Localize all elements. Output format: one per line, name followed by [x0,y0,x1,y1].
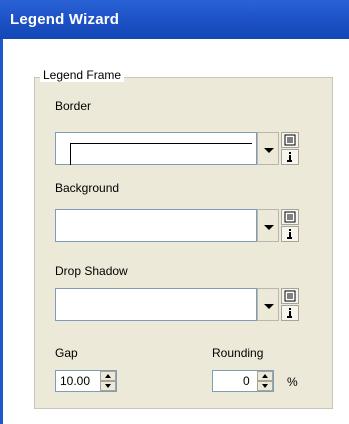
arrow-up-icon [262,374,268,378]
chevron-down-icon [264,225,274,230]
background-info-button[interactable] [281,226,299,242]
title-bar: Legend Wizard [0,0,349,39]
list-icon [284,290,296,302]
background-label: Background [55,181,120,195]
drop-shadow-label: Drop Shadow [55,264,128,278]
border-info-button[interactable] [281,149,299,165]
window-title: Legend Wizard [10,11,120,28]
rounding-value[interactable]: 0 [243,374,250,388]
info-icon [287,229,292,239]
background-dropdown-button[interactable] [257,209,279,242]
border-label: Border [55,99,92,113]
rounding-unit: % [287,375,298,389]
rounding-spinner[interactable]: 0 [212,370,274,392]
drop-shadow-side-buttons [281,288,299,321]
background-combo[interactable] [55,209,257,242]
chevron-down-icon [264,148,274,153]
gap-spin-buttons [100,371,116,391]
drop-shadow-dropdown-button[interactable] [257,288,279,321]
gap-decrement-button[interactable] [100,381,116,391]
rounding-spin-buttons [257,371,273,391]
background-side-buttons [281,209,299,242]
list-icon [284,211,296,223]
gap-value[interactable]: 10.00 [60,374,90,388]
gap-spinner[interactable]: 10.00 [55,370,117,392]
list-icon [284,134,296,146]
gap-increment-button[interactable] [100,371,116,381]
legend-wizard-window: Legend Wizard Legend Frame Border Backgr… [0,0,349,424]
info-icon [287,152,292,162]
border-side-buttons [281,132,299,165]
arrow-down-icon [262,384,268,388]
rounding-label: Rounding [212,346,264,360]
drop-shadow-combo[interactable] [55,288,257,321]
border-line-preview [70,143,252,165]
drop-shadow-info-button[interactable] [281,305,299,321]
rounding-increment-button[interactable] [257,371,273,381]
drop-shadow-list-button[interactable] [281,288,299,304]
chevron-down-icon [264,304,274,309]
background-list-button[interactable] [281,209,299,225]
info-icon [287,308,292,318]
legend-frame-group [34,77,333,409]
border-list-button[interactable] [281,132,299,148]
rounding-decrement-button[interactable] [257,381,273,391]
gap-label: Gap [55,346,78,360]
border-dropdown-button[interactable] [257,132,279,165]
legend-frame-group-label: Legend Frame [40,68,125,82]
arrow-up-icon [105,374,111,378]
arrow-down-icon [105,384,111,388]
border-style-combo[interactable] [55,132,257,165]
